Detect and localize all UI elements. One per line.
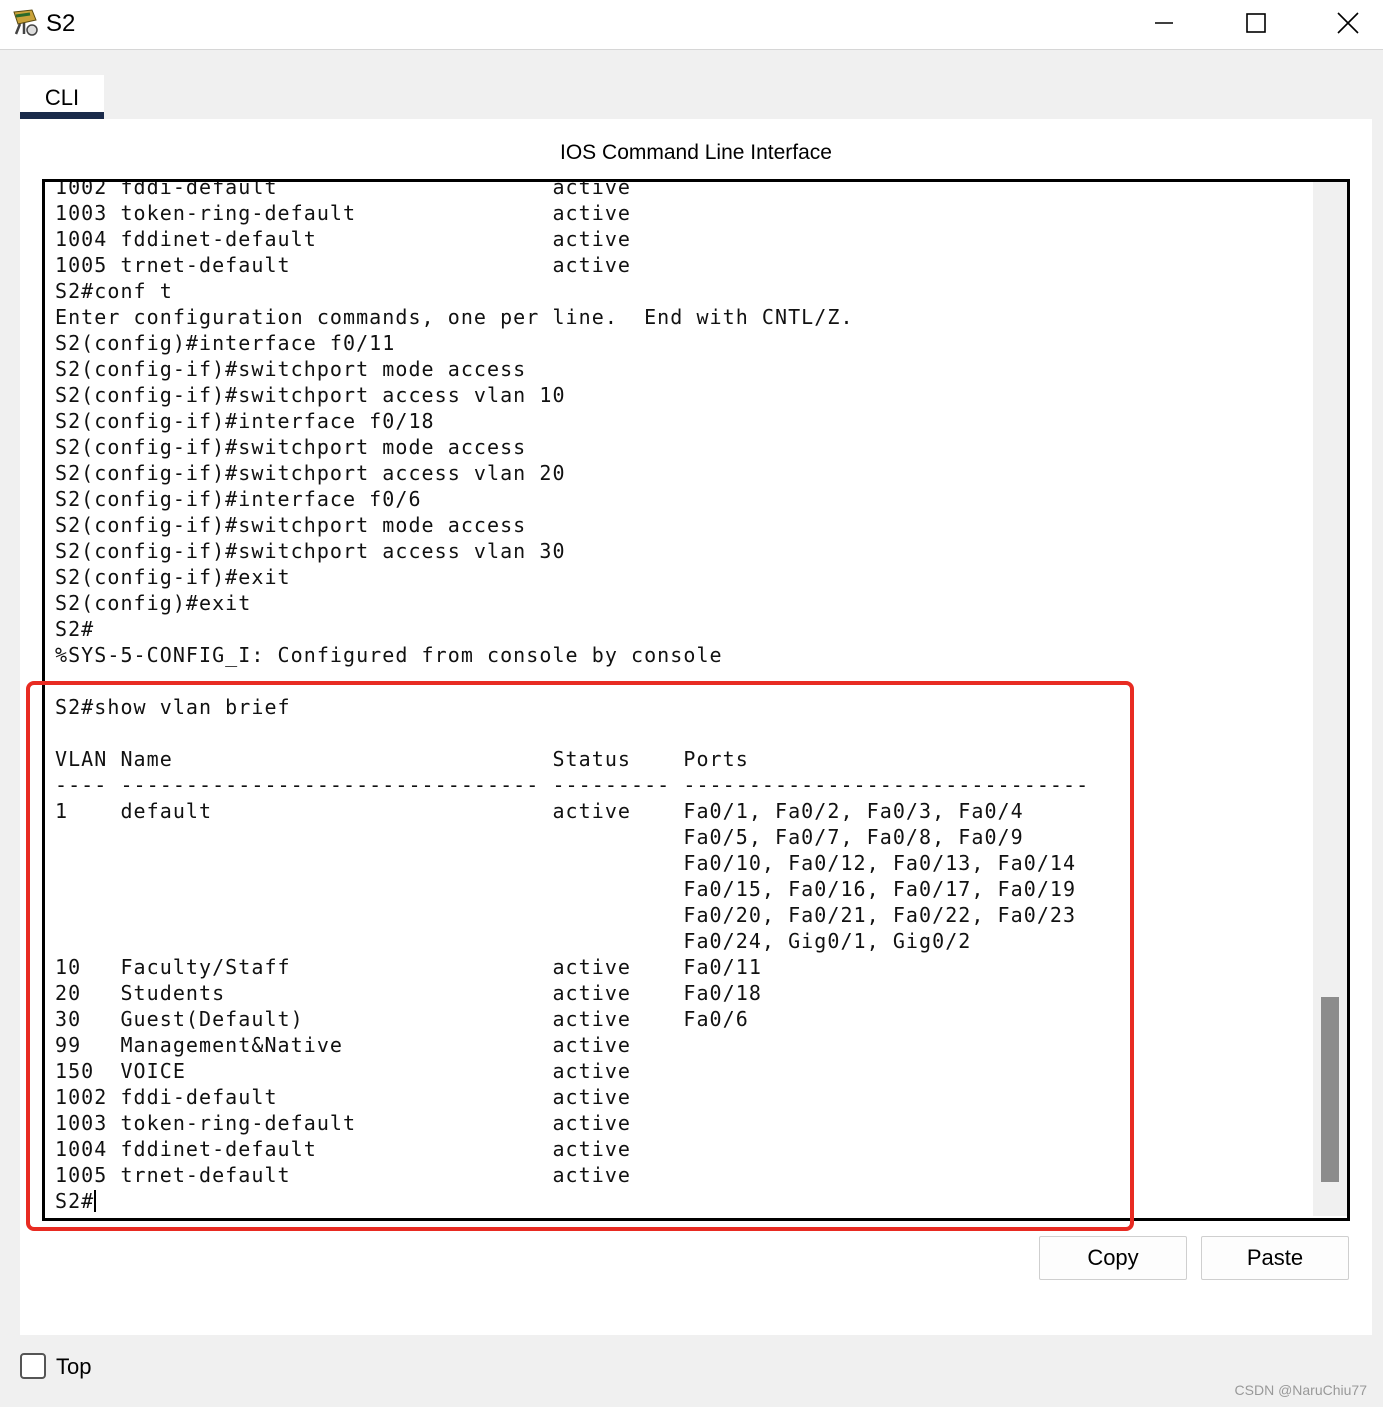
copy-button[interactable]: Copy — [1039, 1236, 1187, 1280]
minimize-icon — [1155, 22, 1173, 24]
terminal-line: S2#show vlan brief — [55, 695, 291, 719]
top-checkbox[interactable] — [20, 1353, 46, 1379]
title-bar: S2 — [0, 0, 1383, 50]
terminal-console[interactable]: 1002 fddi-default active 1003 token-ring-… — [42, 179, 1350, 1221]
terminal-line: S2(config-if)#switchport access vlan 10 — [55, 383, 566, 407]
terminal-line: S2(config-if)#switchport mode access — [55, 435, 527, 459]
panel-title: IOS Command Line Interface — [560, 141, 832, 164]
terminal-line: VLAN Name Status Ports — [55, 747, 749, 771]
terminal-line: S2#conf t — [55, 279, 173, 303]
terminal-line: S2# — [55, 617, 95, 641]
terminal-line: 1004 fddinet-default active — [55, 1137, 632, 1161]
terminal-line: S2(config)#exit — [55, 591, 252, 615]
terminal-line: S2(config-if)#interface f0/18 — [55, 409, 435, 433]
terminal-prompt: S2# — [55, 1189, 95, 1213]
terminal-line: 1002 fddi-default active — [55, 179, 632, 199]
terminal-line: S2(config-if)#interface f0/6 — [55, 487, 422, 511]
terminal-line: 20 Students active Fa0/18 — [55, 981, 762, 1005]
terminal-line: 1005 trnet-default active — [55, 253, 632, 277]
top-checkbox-label: Top — [56, 1354, 92, 1379]
terminal-line: S2(config-if)#switchport access vlan 30 — [55, 539, 566, 563]
terminal-line: 1003 token-ring-default active — [55, 201, 632, 225]
terminal-line: %SYS-5-CONFIG_I: Configured from console… — [55, 643, 723, 667]
terminal-line: 1002 fddi-default active — [55, 1085, 632, 1109]
terminal-line: 10 Faculty/Staff active Fa0/11 — [55, 955, 762, 979]
terminal-prompt-line[interactable]: S2# — [55, 1188, 1089, 1214]
terminal-line: Fa0/15, Fa0/16, Fa0/17, Fa0/19 — [55, 877, 1077, 901]
terminal-line: S2(config)#interface f0/11 — [55, 331, 396, 355]
terminal-line: 1005 trnet-default active — [55, 1163, 632, 1187]
terminal-line: 99 Management&Native active — [55, 1033, 632, 1057]
terminal-line: Fa0/24, Gig0/1, Gig0/2 — [55, 929, 972, 953]
close-icon — [1337, 12, 1359, 34]
terminal-line: Fa0/10, Fa0/12, Fa0/13, Fa0/14 — [55, 851, 1077, 875]
terminal-line: ---- -------------------------------- --… — [55, 773, 1090, 797]
cli-panel: IOS Command Line Interface 1002 fddi-def… — [20, 119, 1372, 1335]
window-title: S2 — [46, 10, 76, 37]
terminal-line: S2(config-if)#exit — [55, 565, 291, 589]
tab-cli[interactable]: CLI — [20, 75, 104, 119]
switch-app-icon — [13, 9, 38, 36]
terminal-line: S2(config-if)#switchport mode access — [55, 513, 527, 537]
terminal-scrollbar[interactable] — [1313, 182, 1347, 1216]
tab-active-indicator — [20, 112, 104, 119]
terminal-line: S2(config-if)#switchport mode access — [55, 357, 527, 381]
terminal-line: 150 VOICE active — [55, 1059, 632, 1083]
terminal-line: 1003 token-ring-default active — [55, 1111, 632, 1135]
terminal-line: Enter configuration commands, one per li… — [55, 305, 854, 329]
terminal-line: 1004 fddinet-default active — [55, 227, 632, 251]
text-cursor — [94, 1190, 97, 1212]
tab-cli-label: CLI — [44, 85, 80, 110]
terminal-output: 1002 fddi-default active 1003 token-ring-… — [55, 179, 1090, 1214]
terminal-line: S2(config-if)#switchport access vlan 20 — [55, 461, 566, 485]
maximize-button[interactable] — [1210, 0, 1302, 46]
scrollbar-thumb[interactable] — [1321, 997, 1339, 1182]
close-button[interactable] — [1302, 0, 1383, 46]
terminal-line: 30 Guest(Default) active Fa0/6 — [55, 1007, 749, 1031]
watermark: CSDN @NaruChiu77 — [1234, 1382, 1367, 1398]
terminal-line: 1 default active Fa0/1, Fa0/2, Fa0/3, Fa… — [55, 799, 1024, 823]
maximize-icon — [1246, 13, 1266, 33]
minimize-button[interactable] — [1118, 0, 1210, 46]
terminal-line: Fa0/20, Fa0/21, Fa0/22, Fa0/23 — [55, 903, 1077, 927]
paste-button[interactable]: Paste — [1201, 1236, 1349, 1280]
terminal-line: Fa0/5, Fa0/7, Fa0/8, Fa0/9 — [55, 825, 1024, 849]
